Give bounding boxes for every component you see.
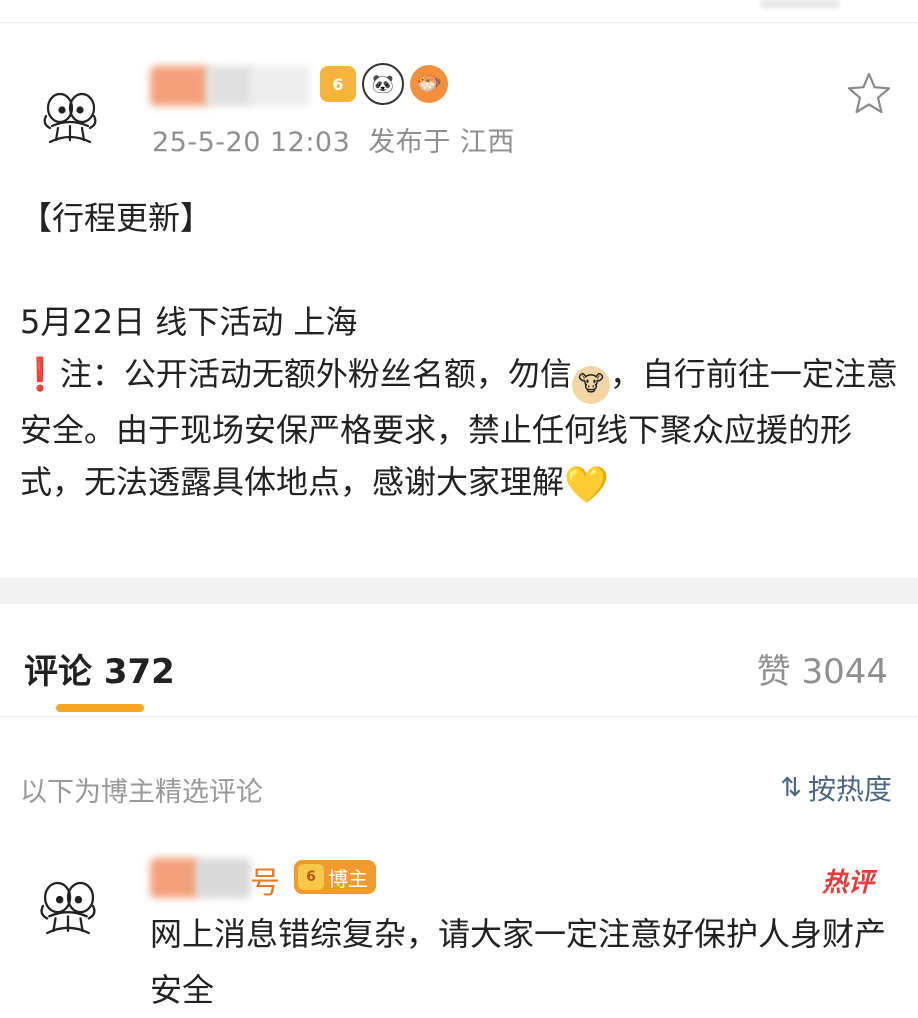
panda-badge-icon: 🐼	[362, 63, 404, 105]
section-divider	[0, 578, 918, 604]
exclamation-icon: ❗️	[20, 355, 60, 393]
doodle-avatar-icon	[43, 92, 97, 144]
star-icon[interactable]	[846, 70, 892, 116]
top-edge	[0, 0, 918, 23]
hot-comment-tag: 热评	[822, 868, 875, 898]
cow-emoji-icon: 🐮	[571, 366, 610, 404]
post-body: 【行程更新】 5月22日 线下活动 上海 ❗️注：公开活动无额外粉丝名额，勿信 🐮…	[20, 192, 900, 512]
post-line-event: 5月22日 线下活动 上海	[20, 303, 358, 341]
author-badges: 6 🐼 🐡	[320, 63, 448, 105]
sort-icon: ⇅	[780, 773, 802, 803]
post-meta: 25-5-20 12:03 发布于 江西	[152, 120, 515, 159]
commenter-name-blurred[interactable]	[150, 858, 255, 898]
sort-by-hot-button[interactable]: ⇅ 按热度	[780, 768, 892, 808]
comment-text: 网上消息错综复杂，请大家一定注意好保护人身财产安全	[150, 915, 887, 1009]
sort-label: 按热度	[807, 773, 892, 806]
comment-tabs: 评论 372 赞 3044	[0, 604, 918, 717]
post-timestamp: 25-5-20 12:03	[152, 127, 351, 158]
blogger-badge: 6 博主	[294, 860, 376, 894]
post-notice: ❗️注：公开活动无额外粉丝名额，勿信 🐮 ，自行前往一定注意安全。由于现场安保严格要…	[20, 348, 900, 512]
yellow-heart-icon: 💛	[564, 465, 609, 506]
author-name-blurred[interactable]	[150, 66, 320, 106]
crown-level-badge-icon: 6	[298, 864, 324, 890]
commenter-avatar[interactable]	[18, 858, 118, 958]
selected-comments-label: 以下为博主精选评论	[20, 777, 263, 808]
blogger-badge-label: 博主	[328, 866, 368, 891]
tab-comments[interactable]: 评论 372	[24, 644, 175, 693]
tab-likes[interactable]: 赞 3044	[757, 644, 888, 693]
post-location: 发布于 江西	[368, 127, 515, 158]
author-avatar[interactable]	[22, 70, 118, 166]
crown-level-badge-icon: 6	[320, 66, 356, 102]
doodle-avatar-icon	[40, 881, 96, 935]
fish-badge-icon: 🐡	[410, 65, 448, 103]
post-title: 【行程更新】	[20, 199, 213, 237]
commenter-name-suffix: 号	[250, 866, 280, 901]
tab-active-indicator	[56, 704, 144, 712]
top-smudge	[760, 0, 840, 8]
